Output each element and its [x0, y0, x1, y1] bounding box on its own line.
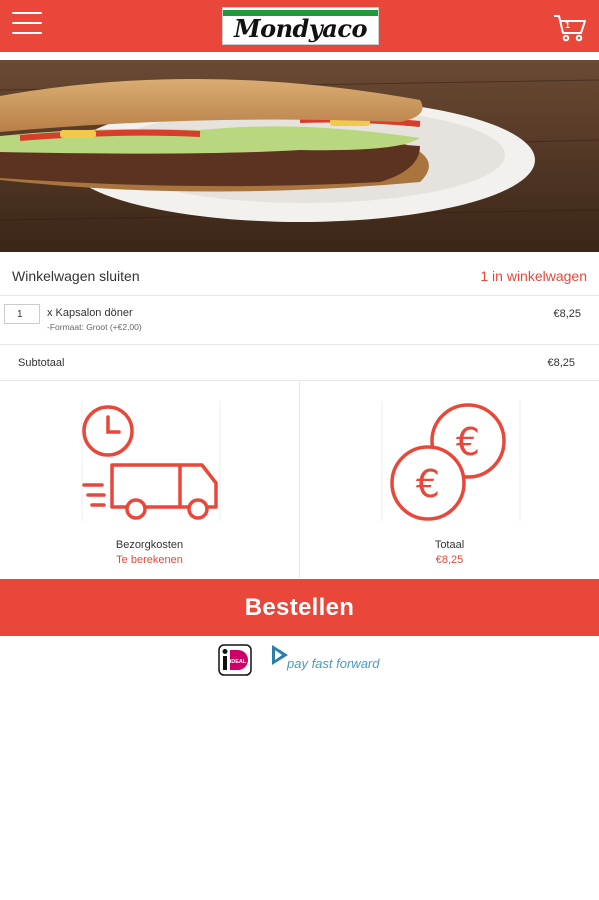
ideal-logo: iDEAL — [218, 644, 252, 676]
pay-fast-forward-logo: pay fast forward — [270, 643, 390, 677]
close-cart-link[interactable]: Winkelwagen sluiten — [12, 268, 140, 284]
payment-logos: iDEAL pay fast forward — [0, 640, 599, 680]
subtotal-value: €8,25 — [547, 357, 575, 369]
subtotal-label: Subtotaal — [18, 357, 65, 369]
brand-logo[interactable]: Mondyaco — [222, 7, 379, 45]
total-value: €8,25 — [435, 554, 464, 566]
cart-count-badge: 1 — [565, 20, 571, 30]
subtotal-row: Subtotaal €8,25 — [0, 345, 599, 381]
logo-text: Mondyaco — [234, 14, 367, 43]
item-name: x Kapsalon döner — [47, 307, 133, 319]
hero-food-image — [0, 60, 599, 252]
summary-panels: Bezorgkosten Te berekenen € € Totaal €8,… — [0, 381, 599, 578]
pay-fast-forward-text: pay fast forward — [287, 656, 380, 671]
total-label: Totaal — [434, 539, 465, 551]
delivery-cost-label: Bezorgkosten — [115, 539, 184, 551]
cart-item-row: x Kapsalon döner -Formaat: Groot (+€2,00… — [0, 296, 599, 345]
item-price: €8,25 — [553, 308, 581, 320]
svg-text:€: € — [456, 420, 480, 464]
delivery-truck-clock-icon — [81, 401, 221, 521]
item-option: -Formaat: Groot (+€2,00) — [47, 322, 142, 332]
euro-coins-icon: € € — [381, 401, 521, 521]
cart-count-label: 1 in winkelwagen — [480, 268, 587, 284]
top-bar: Mondyaco 1 — [0, 0, 599, 52]
delivery-cost-value: Te berekenen — [116, 554, 183, 566]
ideal-logo-text: iDEAL — [230, 659, 247, 665]
shopping-cart-icon[interactable]: 1 — [552, 12, 588, 44]
cart-header: Winkelwagen sluiten 1 in winkelwagen — [0, 258, 599, 296]
svg-text:€: € — [416, 462, 440, 506]
hamburger-menu-icon[interactable] — [12, 12, 42, 38]
quantity-input[interactable] — [4, 304, 40, 324]
order-button[interactable]: Bestellen — [0, 579, 599, 636]
delivery-cost-panel: Bezorgkosten Te berekenen — [0, 381, 300, 578]
total-panel: € € Totaal €8,25 — [300, 381, 599, 578]
